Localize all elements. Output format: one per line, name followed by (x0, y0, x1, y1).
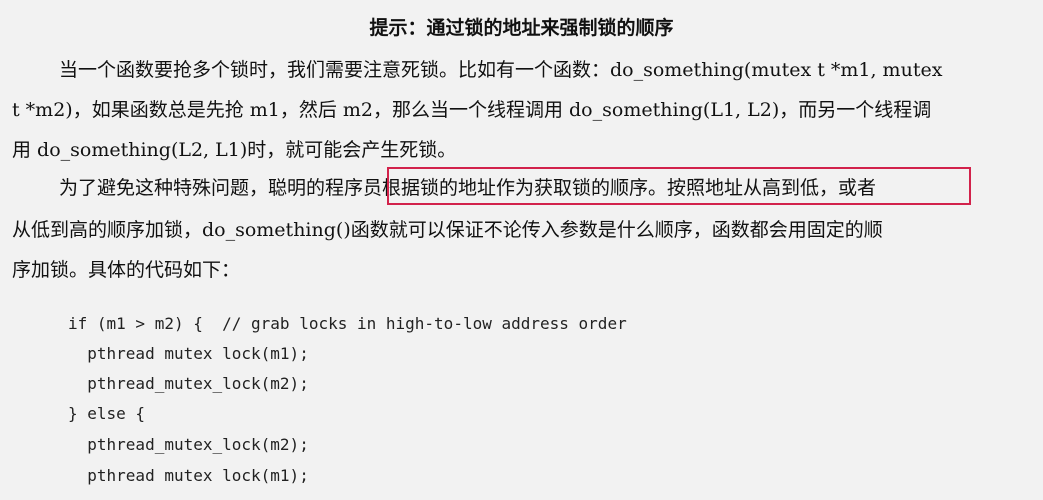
paragraph1-line2: t *m2)，如果函数总是先抢 m1，然后 m2，那么当一个线程调用 do_so… (12, 99, 932, 121)
document-page: 提示：通过锁的地址来强制锁的顺序 当一个函数要抢多个锁时，我们需要注意死锁。比如… (0, 0, 1043, 500)
code-line-5: pthread_mutex_lock(m2); (68, 435, 309, 454)
code-line-2: pthread mutex lock(m1); (68, 344, 309, 363)
paragraph1-line1: 当一个函数要抢多个锁时，我们需要注意死锁。比如有一个函数：do_somethin… (59, 59, 943, 81)
paragraph2-line1: 为了避免这种特殊问题，聪明的程序员根据锁的地址作为获取锁的顺序。按照地址从高到低… (59, 174, 876, 202)
paragraph2-line1-before: 为了避免这种特殊问题，聪明的 (59, 177, 326, 199)
paragraph2-line1-after: ，或者 (819, 177, 877, 199)
paragraph2-line2: 从低到高的顺序加锁，do_something()函数就可以保证不论传入参数是什么… (12, 219, 883, 241)
section-title: 提示：通过锁的地址来强制锁的顺序 (369, 17, 674, 39)
paragraph2-line3: 序加锁。具体的代码如下： (12, 259, 241, 281)
code-line-1: if (m1 > m2) { // grab locks in high-to-… (68, 314, 627, 333)
paragraph1-line3: 用 do_something(L2, L1)时，就可能会产生死锁。 (12, 139, 457, 161)
highlighted-text: 程序员根据锁的地址作为获取锁的顺序。按照地址从高到低 (325, 177, 820, 199)
code-line-4: } else { (68, 404, 146, 423)
code-line-3: pthread_mutex_lock(m2); (68, 374, 309, 393)
code-line-6: pthread mutex lock(m1); (68, 466, 309, 485)
